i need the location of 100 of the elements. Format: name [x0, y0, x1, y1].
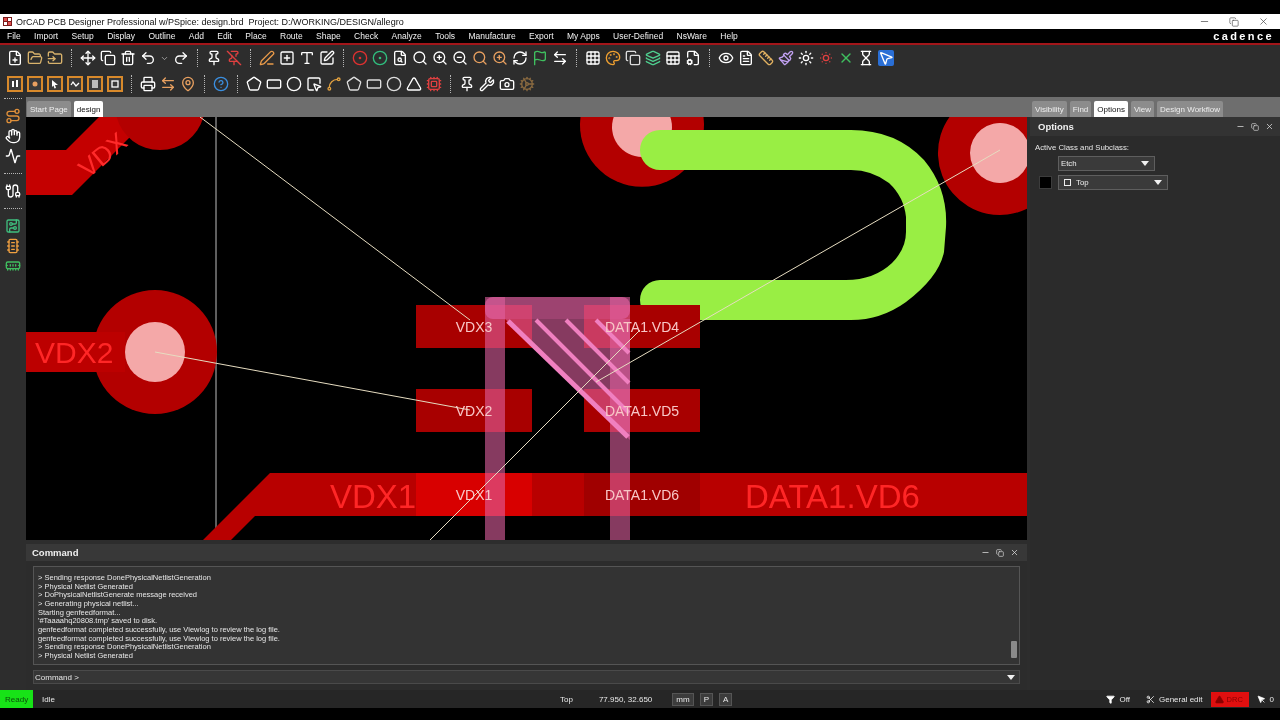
stacked-squares-icon[interactable]: [625, 50, 641, 66]
target-icon[interactable]: [352, 50, 368, 66]
close-icon[interactable]: [1010, 548, 1019, 557]
pointer-icon[interactable]: [878, 50, 894, 66]
zoom-in-icon[interactable]: [492, 50, 508, 66]
map-pin-icon[interactable]: [180, 76, 196, 92]
spline-icon[interactable]: [326, 76, 342, 92]
panel-tab[interactable]: Options: [1094, 101, 1128, 117]
framed-square-icon[interactable]: [107, 76, 123, 92]
palette-icon[interactable]: [605, 50, 621, 66]
toggle-button[interactable]: A: [718, 692, 733, 706]
memory-stick-icon[interactable]: [5, 258, 21, 274]
text-icon[interactable]: [299, 50, 315, 66]
pin-icon[interactable]: [206, 50, 222, 66]
camera-icon[interactable]: [499, 76, 515, 92]
ruler-icon[interactable]: [758, 50, 774, 66]
scrollbar-thumb[interactable]: [1011, 641, 1017, 658]
grid-icon[interactable]: [585, 50, 601, 66]
circuit-board-icon[interactable]: [5, 218, 21, 234]
left-right-arrows-icon[interactable]: [552, 50, 568, 66]
menu-item[interactable]: Setup: [71, 31, 94, 41]
close-icon[interactable]: [1265, 122, 1274, 131]
framed-pointer-icon[interactable]: [47, 76, 63, 92]
undo-icon[interactable]: [140, 50, 156, 66]
refresh-icon[interactable]: [512, 50, 528, 66]
menu-item[interactable]: Edit: [217, 31, 232, 41]
caret-icon[interactable]: [1007, 674, 1015, 680]
square-pen-icon[interactable]: [319, 50, 335, 66]
rectangle-icon[interactable]: [266, 76, 282, 92]
square-plus-icon[interactable]: [279, 50, 295, 66]
help-icon[interactable]: [213, 76, 229, 92]
framed-bars-icon[interactable]: [7, 76, 23, 92]
caret-icon[interactable]: [1154, 180, 1162, 185]
menu-item[interactable]: My Apps: [567, 31, 600, 41]
restore-icon[interactable]: [996, 548, 1004, 557]
scissors-icon[interactable]: [1145, 694, 1155, 704]
printer-icon[interactable]: [140, 76, 156, 92]
menu-item[interactable]: Analyze: [391, 31, 422, 41]
framed-wave-icon[interactable]: [67, 76, 83, 92]
flag-icon[interactable]: [532, 50, 548, 66]
framed-document-icon[interactable]: [87, 76, 103, 92]
menu-item[interactable]: User-Defined: [613, 31, 664, 41]
caret-icon[interactable]: [1141, 161, 1149, 166]
units-button[interactable]: mm: [672, 692, 694, 706]
pen-line-icon[interactable]: [259, 50, 275, 66]
redo-icon[interactable]: [173, 50, 189, 66]
zigzag-line-icon[interactable]: [5, 148, 21, 164]
file-plus-icon[interactable]: [7, 50, 23, 66]
menu-item[interactable]: Tools: [435, 31, 456, 41]
folder-open-icon[interactable]: [27, 50, 43, 66]
menu-item[interactable]: Route: [280, 31, 303, 41]
menu-item[interactable]: Place: [245, 31, 267, 41]
hourglass-icon[interactable]: [858, 50, 874, 66]
menu-item[interactable]: Check: [354, 31, 379, 41]
copy-icon[interactable]: [100, 50, 116, 66]
zoom-in-icon[interactable]: [432, 50, 448, 66]
chip-icon[interactable]: [5, 238, 21, 254]
restore-icon[interactable]: [1229, 16, 1239, 27]
zoom-out-icon[interactable]: [452, 50, 468, 66]
move-arrows-icon[interactable]: [80, 50, 96, 66]
document-tab[interactable]: design: [73, 101, 104, 117]
pentagon-icon[interactable]: [346, 76, 362, 92]
menu-item[interactable]: NsWare: [676, 31, 707, 41]
square-pointer-icon[interactable]: [306, 76, 322, 92]
swap-arrows-icon[interactable]: [160, 76, 176, 92]
spreadsheet-icon[interactable]: [665, 50, 681, 66]
menu-item[interactable]: Import: [34, 31, 59, 41]
cable-icon[interactable]: [5, 183, 21, 199]
rectangle-icon[interactable]: [366, 76, 382, 92]
hand-icon[interactable]: [5, 128, 21, 144]
circle-icon[interactable]: [386, 76, 402, 92]
menu-item[interactable]: Export: [529, 31, 554, 41]
close-icon[interactable]: [1258, 16, 1269, 27]
trash-icon[interactable]: [120, 50, 136, 66]
sun-icon[interactable]: [798, 50, 814, 66]
target-icon[interactable]: [372, 50, 388, 66]
wrench-icon[interactable]: [479, 76, 495, 92]
menu-item[interactable]: Add: [188, 31, 204, 41]
toggle-button[interactable]: P: [699, 692, 713, 706]
eye-icon[interactable]: [718, 50, 734, 66]
menu-item[interactable]: Outline: [148, 31, 176, 41]
paintbrush-icon[interactable]: [778, 50, 794, 66]
menu-item[interactable]: Help: [720, 31, 738, 41]
menu-item[interactable]: Shape: [316, 31, 341, 41]
filter-icon[interactable]: [1106, 694, 1116, 704]
document-icon[interactable]: [738, 50, 754, 66]
menu-item[interactable]: Manufacture: [468, 31, 516, 41]
search-icon[interactable]: [472, 50, 488, 66]
route-icon[interactable]: [5, 108, 21, 124]
pin-icon[interactable]: [459, 76, 475, 92]
file-search-icon[interactable]: [392, 50, 408, 66]
command-field[interactable]: Command >: [33, 670, 1020, 684]
restore-icon[interactable]: [1251, 122, 1259, 131]
file-gear-icon[interactable]: [685, 50, 701, 66]
layers-icon[interactable]: [645, 50, 661, 66]
menu-item[interactable]: File: [7, 31, 21, 41]
color-swatch-icon[interactable]: [1039, 176, 1052, 189]
folder-arrow-icon[interactable]: [47, 50, 63, 66]
menu-item[interactable]: Display: [107, 31, 136, 41]
triangle-icon[interactable]: [406, 76, 422, 92]
